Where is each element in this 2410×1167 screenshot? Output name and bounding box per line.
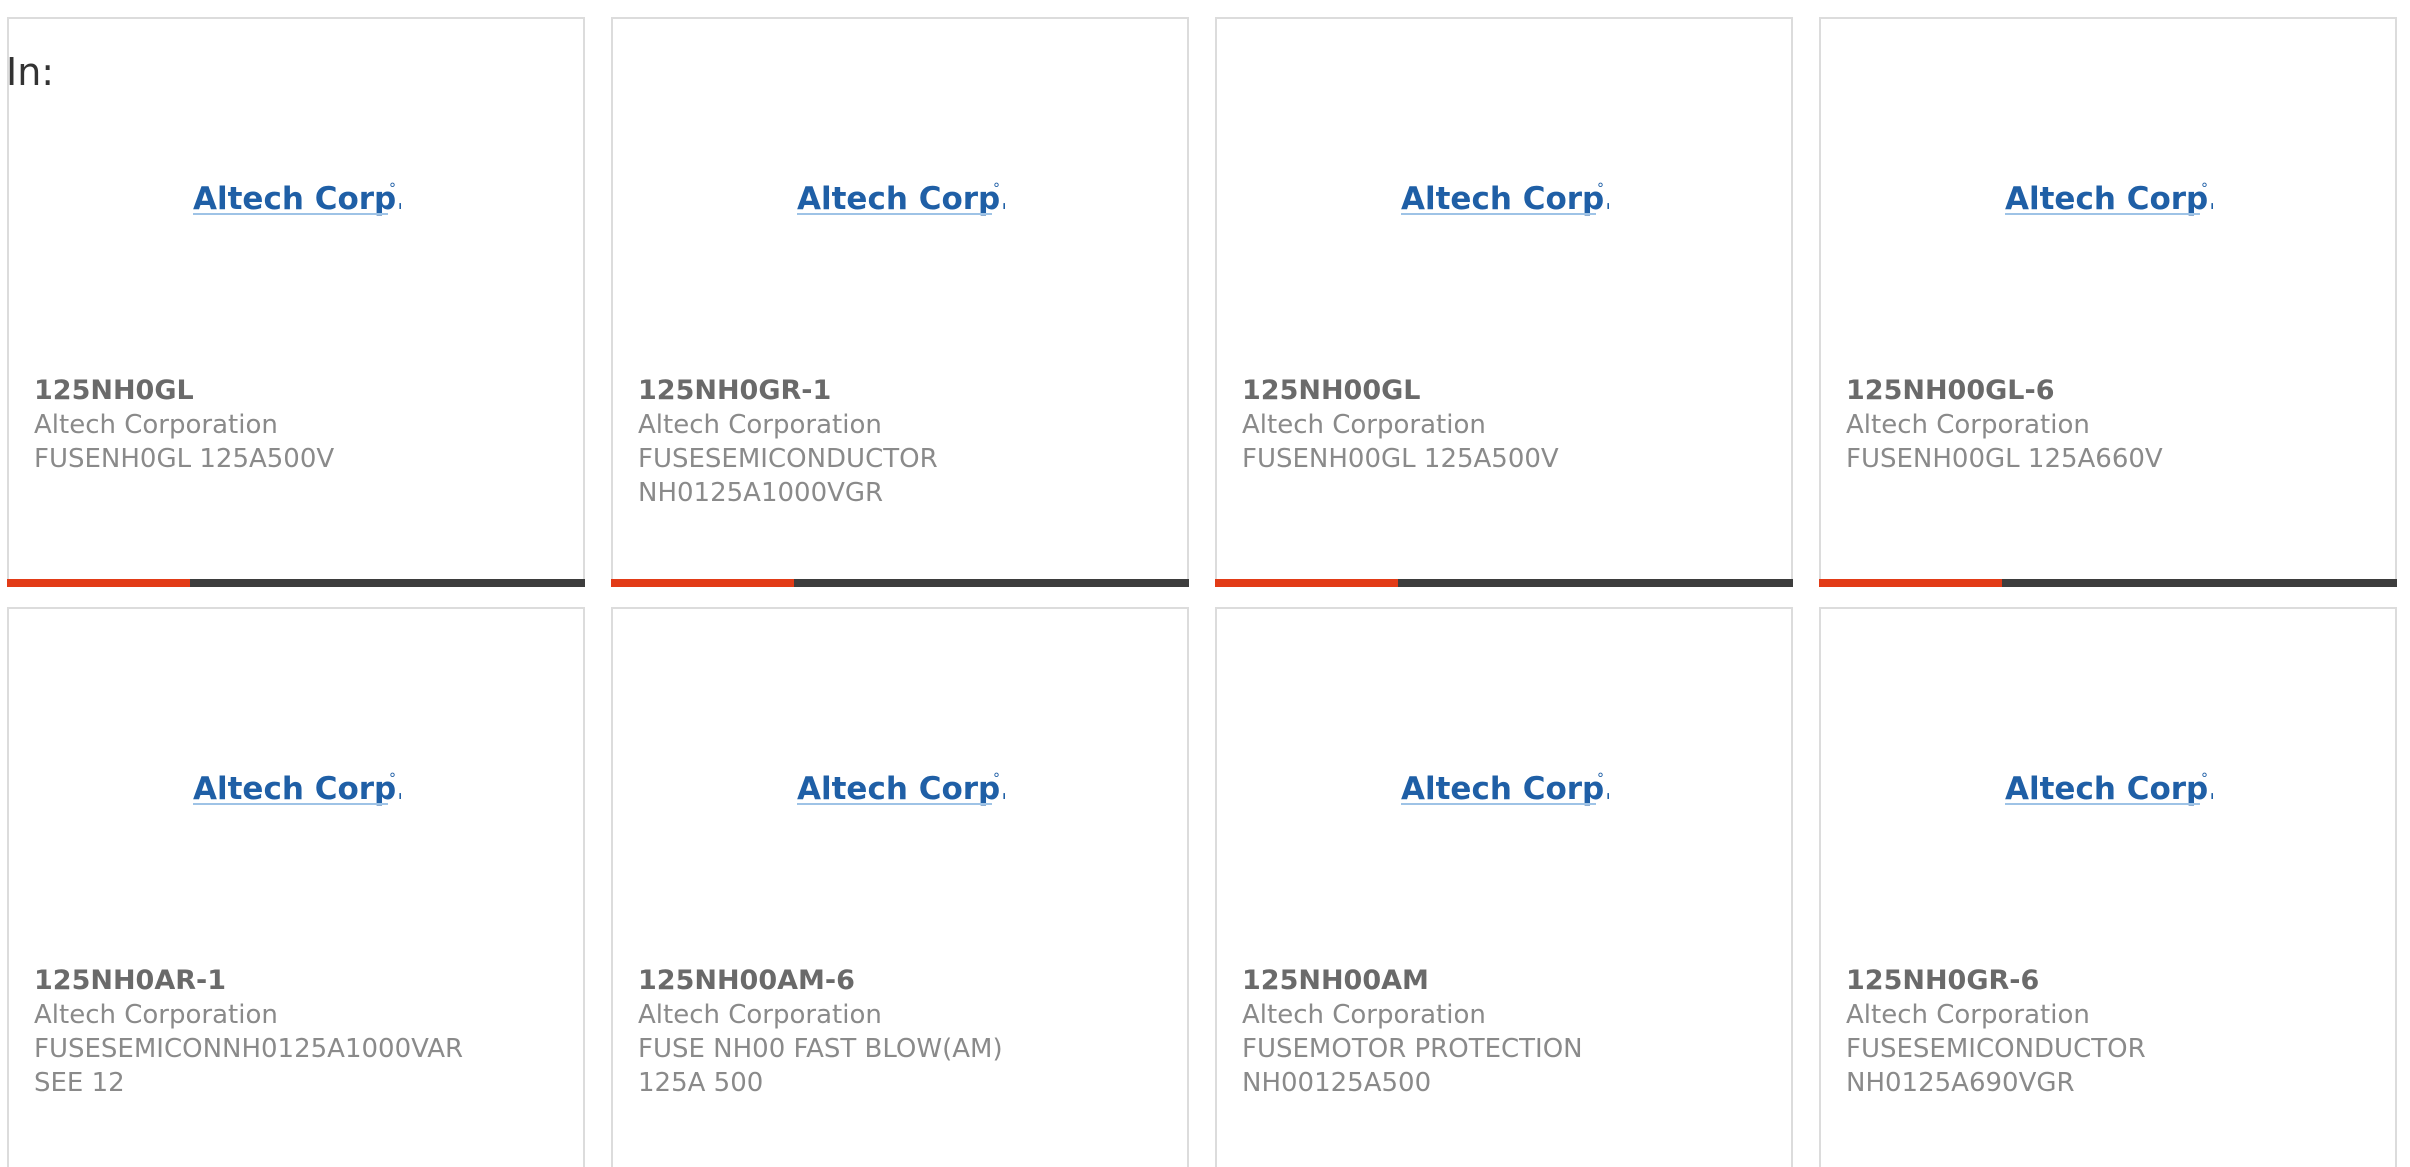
- manufacturer-name: Altech Corporation: [1242, 1000, 1486, 1030]
- card-accent-bar: [611, 579, 1189, 587]
- svg-text:Altech Corp.: Altech Corp.: [797, 181, 1005, 217]
- svg-text:°: °: [389, 181, 396, 197]
- altech-logo: Altech Corp. °: [1821, 769, 2395, 809]
- svg-text:Altech Corp.: Altech Corp.: [193, 181, 401, 217]
- product-card[interactable]: Altech Corp. ° 125NH0AR-1 Altech Corpora…: [7, 607, 585, 1167]
- part-number[interactable]: 125NH00AM-6: [638, 964, 1167, 998]
- product-card[interactable]: Altech Corp. ° 125NH0GR-6 Altech Corpora…: [1819, 607, 2397, 1167]
- svg-text:Altech Corp.: Altech Corp.: [1401, 181, 1609, 217]
- manufacturer-name: Altech Corporation: [34, 1000, 278, 1030]
- altech-logo: Altech Corp. °: [1821, 179, 2395, 219]
- manufacturer-name: Altech Corporation: [34, 410, 278, 440]
- product-card[interactable]: Altech Corp. ° 125NH00GL-6 Altech Corpor…: [1819, 17, 2397, 587]
- svg-text:°: °: [2201, 771, 2208, 787]
- product-description: FUSESEMICONNH0125A1000VAR SEE 12: [34, 1034, 464, 1098]
- manufacturer-name: Altech Corporation: [638, 1000, 882, 1030]
- manufacturer-name: Altech Corporation: [1242, 410, 1486, 440]
- svg-text:°: °: [993, 771, 1000, 787]
- product-grid-page: In: Altech Corp. ° 125NH0GL Altech Corpo…: [0, 0, 2410, 1167]
- altech-logo: Altech Corp. °: [613, 769, 1187, 809]
- manufacturer-name: Altech Corporation: [1846, 410, 2090, 440]
- altech-logo: Altech Corp. °: [1217, 179, 1791, 219]
- card-accent-bar: [1215, 579, 1793, 587]
- product-description: FUSENH0GL 125A500V: [34, 444, 335, 474]
- part-number[interactable]: 125NH0GR-1: [638, 374, 1167, 408]
- product-description: FUSESEMICONDUCTOR NH0125A690VGR: [1846, 1034, 2146, 1098]
- altech-logo: Altech Corp. °: [9, 769, 583, 809]
- svg-text:°: °: [993, 181, 1000, 197]
- manufacturer-name: Altech Corporation: [638, 410, 882, 440]
- product-card[interactable]: Altech Corp. ° 125NH00AM-6 Altech Corpor…: [611, 607, 1189, 1167]
- svg-text:°: °: [1597, 181, 1604, 197]
- part-number[interactable]: 125NH0AR-1: [34, 964, 563, 998]
- svg-text:°: °: [1597, 771, 1604, 787]
- product-description: FUSESEMICONDUCTOR NH0125A1000VGR: [638, 444, 938, 508]
- svg-text:Altech Corp.: Altech Corp.: [2005, 181, 2213, 217]
- product-card[interactable]: Altech Corp. ° 125NH00AM Altech Corporat…: [1215, 607, 1793, 1167]
- part-number[interactable]: 125NH00AM: [1242, 964, 1771, 998]
- product-description: FUSEMOTOR PROTECTION NH00125A500: [1242, 1034, 1583, 1098]
- altech-logo: Altech Corp. °: [1217, 769, 1791, 809]
- product-description: FUSENH00GL 125A500V: [1242, 444, 1559, 474]
- manufacturer-name: Altech Corporation: [1846, 1000, 2090, 1030]
- svg-text:Altech Corp.: Altech Corp.: [193, 771, 401, 807]
- product-card[interactable]: Altech Corp. ° 125NH00GL Altech Corporat…: [1215, 17, 1793, 587]
- altech-logo: Altech Corp. °: [9, 179, 583, 219]
- svg-text:Altech Corp.: Altech Corp.: [797, 771, 1005, 807]
- product-description: FUSENH00GL 125A660V: [1846, 444, 2163, 474]
- svg-text:°: °: [389, 771, 396, 787]
- product-card[interactable]: Altech Corp. ° 125NH0GR-1 Altech Corpora…: [611, 17, 1189, 587]
- product-card[interactable]: Altech Corp. ° 125NH0GL Altech Corporati…: [7, 17, 585, 587]
- part-number[interactable]: 125NH00GL: [1242, 374, 1771, 408]
- card-accent-bar: [1819, 579, 2397, 587]
- filter-in-label: In:: [6, 50, 55, 94]
- part-number[interactable]: 125NH0GR-6: [1846, 964, 2375, 998]
- svg-text:Altech Corp.: Altech Corp.: [2005, 771, 2213, 807]
- altech-logo: Altech Corp. °: [613, 179, 1187, 219]
- part-number[interactable]: 125NH0GL: [34, 374, 563, 408]
- part-number[interactable]: 125NH00GL-6: [1846, 374, 2375, 408]
- svg-text:Altech Corp.: Altech Corp.: [1401, 771, 1609, 807]
- card-accent-bar: [7, 579, 585, 587]
- svg-text:°: °: [2201, 181, 2208, 197]
- product-description: FUSE NH00 FAST BLOW(AM) 125A 500: [638, 1034, 1003, 1098]
